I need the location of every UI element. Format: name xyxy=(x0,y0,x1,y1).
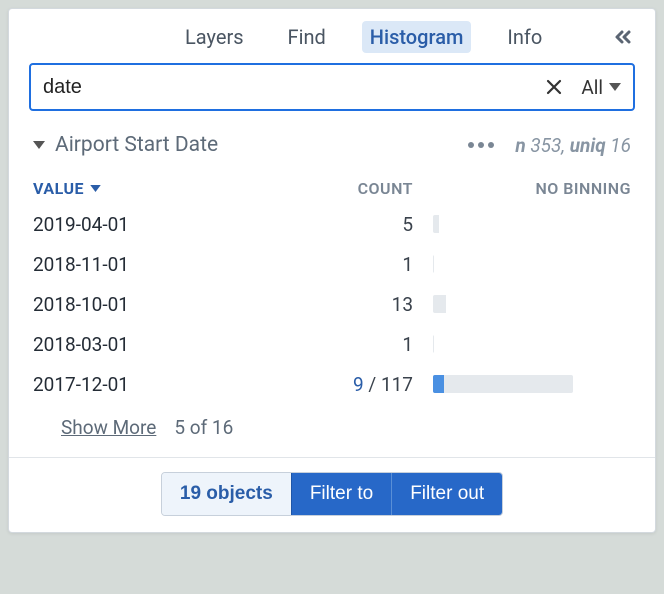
scope-dropdown[interactable]: All xyxy=(581,76,621,99)
show-more-row: Show More 5 of 16 xyxy=(9,404,655,457)
clear-search-button[interactable] xyxy=(545,78,563,96)
table-row[interactable]: 2017-12-019 / 117 xyxy=(33,364,631,404)
histogram-panel: Layers Find Histogram Info All Airport S… xyxy=(8,8,656,533)
collapse-field-button[interactable] xyxy=(33,141,45,149)
row-count: 1 xyxy=(333,253,413,276)
field-menu-button[interactable] xyxy=(467,141,495,149)
ellipsis-icon xyxy=(467,141,495,149)
row-count: 9 / 117 xyxy=(333,373,413,396)
collapse-button[interactable] xyxy=(611,25,635,49)
search-input[interactable] xyxy=(43,76,545,99)
caret-down-icon xyxy=(33,141,45,149)
column-value-label: VALUE xyxy=(33,179,84,198)
row-count: 13 xyxy=(333,293,413,316)
show-more-link[interactable]: Show More xyxy=(61,416,156,439)
caret-down-icon xyxy=(90,185,101,192)
row-value: 2018-10-01 xyxy=(33,293,333,316)
column-binning-header[interactable]: NO BINNING xyxy=(413,179,631,198)
row-count: 5 xyxy=(333,213,413,236)
row-value: 2018-11-01 xyxy=(33,253,333,276)
object-count-button[interactable]: 19 objects xyxy=(162,473,291,515)
filter-out-button[interactable]: Filter out xyxy=(391,473,502,515)
tab-layers[interactable]: Layers xyxy=(177,21,252,53)
table-row[interactable]: 2018-03-011 xyxy=(33,324,631,364)
row-bar xyxy=(413,295,631,313)
row-bar xyxy=(413,335,631,353)
field-stats: n 353, uniq 16 xyxy=(515,134,631,157)
row-position: 5 of 16 xyxy=(174,416,233,439)
row-value: 2019-04-01 xyxy=(33,213,333,236)
field-title: Airport Start Date xyxy=(55,133,218,157)
tab-find[interactable]: Find xyxy=(280,21,334,53)
footer: 19 objects Filter to Filter out xyxy=(9,457,655,532)
row-count: 1 xyxy=(333,333,413,356)
table-row[interactable]: 2018-10-0113 xyxy=(33,284,631,324)
scope-label: All xyxy=(581,76,603,99)
search-box: All xyxy=(29,63,635,111)
tab-info[interactable]: Info xyxy=(499,21,550,53)
chevron-double-left-icon xyxy=(611,25,635,49)
filter-to-button[interactable]: Filter to xyxy=(291,473,391,515)
close-icon xyxy=(545,78,563,96)
field-header: Airport Start Date n 353, uniq 16 xyxy=(9,125,655,165)
column-count-header[interactable]: COUNT xyxy=(333,179,413,198)
row-value: 2018-03-01 xyxy=(33,333,333,356)
row-bar xyxy=(413,215,631,233)
row-bar xyxy=(413,375,631,393)
table-row[interactable]: 2018-11-011 xyxy=(33,244,631,284)
filter-button-group: 19 objects Filter to Filter out xyxy=(161,472,503,516)
tab-bar: Layers Find Histogram Info xyxy=(9,9,655,63)
row-bar xyxy=(413,255,631,273)
table-header: VALUE COUNT NO BINNING xyxy=(9,165,655,204)
column-value-header[interactable]: VALUE xyxy=(33,179,333,198)
search-row: All xyxy=(9,63,655,125)
tab-histogram[interactable]: Histogram xyxy=(362,21,472,53)
row-value: 2017-12-01 xyxy=(33,373,333,396)
table-row[interactable]: 2019-04-015 xyxy=(33,204,631,244)
caret-down-icon xyxy=(609,83,621,91)
rows-container: 2019-04-0152018-11-0112018-10-01132018-0… xyxy=(9,204,655,404)
